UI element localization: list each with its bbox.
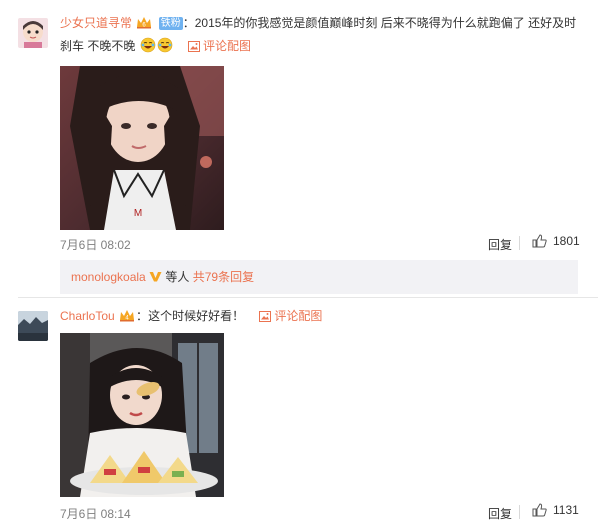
gold-v-verified-icon — [149, 272, 162, 282]
laughing-tears-emoji-icon — [157, 37, 172, 53]
comment-picture-label: 评论配图 — [274, 309, 323, 323]
divider — [519, 505, 520, 519]
picture-icon — [188, 41, 201, 52]
comment-date: 7月6日 08:14 — [60, 507, 131, 521]
reply-button[interactable]: 回复 — [488, 505, 512, 522]
comment-text-line2: 刹车 不晚不晚 评论配图 — [60, 35, 251, 57]
colon: ： — [182, 16, 195, 30]
avatar[interactable] — [18, 18, 48, 48]
more-replies-link[interactable]: 共79条回复 — [193, 270, 254, 284]
sub-reply-username[interactable]: monologkoala — [71, 270, 146, 284]
avatar[interactable] — [18, 311, 48, 341]
fan-badge[interactable]: 铁粉 — [158, 17, 183, 30]
like-count: 1801 — [553, 234, 580, 248]
picture-icon — [259, 311, 272, 322]
divider — [519, 236, 520, 250]
comment-picture-link[interactable]: 评论配图 — [188, 39, 251, 53]
comment-text-line1: 少女只道寻常 6 铁粉 ：2015年的你我感觉是颜值巅峰时刻 后来不晓得为什么就跑… — [60, 12, 576, 34]
comment-photo[interactable]: M — [60, 66, 224, 230]
laughing-tears-emoji-icon — [140, 37, 155, 53]
comment-text: 刹车 不晚不晚 — [60, 39, 136, 53]
sub-reply-box: monologkoala 等人 共79条回复 — [60, 260, 578, 294]
username-link[interactable]: 少女只道寻常 — [60, 16, 132, 30]
vip-crown-icon[interactable]: 6 — [136, 16, 152, 29]
like-button[interactable]: 1801 — [532, 234, 580, 248]
colon: ： — [136, 309, 149, 323]
comment-text-line1: CharloTou 4 ：这个时候好好看！ 评论配图 — [60, 305, 322, 327]
username-link[interactable]: CharloTou — [60, 309, 115, 323]
thumbs-up-icon — [532, 234, 547, 248]
comment-date: 7月6日 08:02 — [60, 238, 131, 252]
comment-picture-link[interactable]: 评论配图 — [259, 309, 322, 323]
thumbs-up-icon — [532, 503, 547, 517]
like-count: 1131 — [553, 503, 579, 517]
comment-text: 这个时候好好看！ — [148, 309, 245, 323]
sub-reply-text: 等人 — [162, 270, 193, 284]
comment-text: 2015年的你我感觉是颜值巅峰时刻 后来不晓得为什么就跑偏了 还好及时 — [194, 16, 577, 30]
reply-button[interactable]: 回复 — [488, 236, 512, 253]
svg-text:M: M — [134, 208, 142, 219]
comment-picture-label: 评论配图 — [203, 39, 252, 53]
comment-separator — [18, 297, 598, 298]
like-button[interactable]: 1131 — [532, 503, 579, 517]
comment-photo[interactable] — [60, 333, 224, 497]
vip-crown-icon[interactable]: 4 — [119, 309, 135, 322]
